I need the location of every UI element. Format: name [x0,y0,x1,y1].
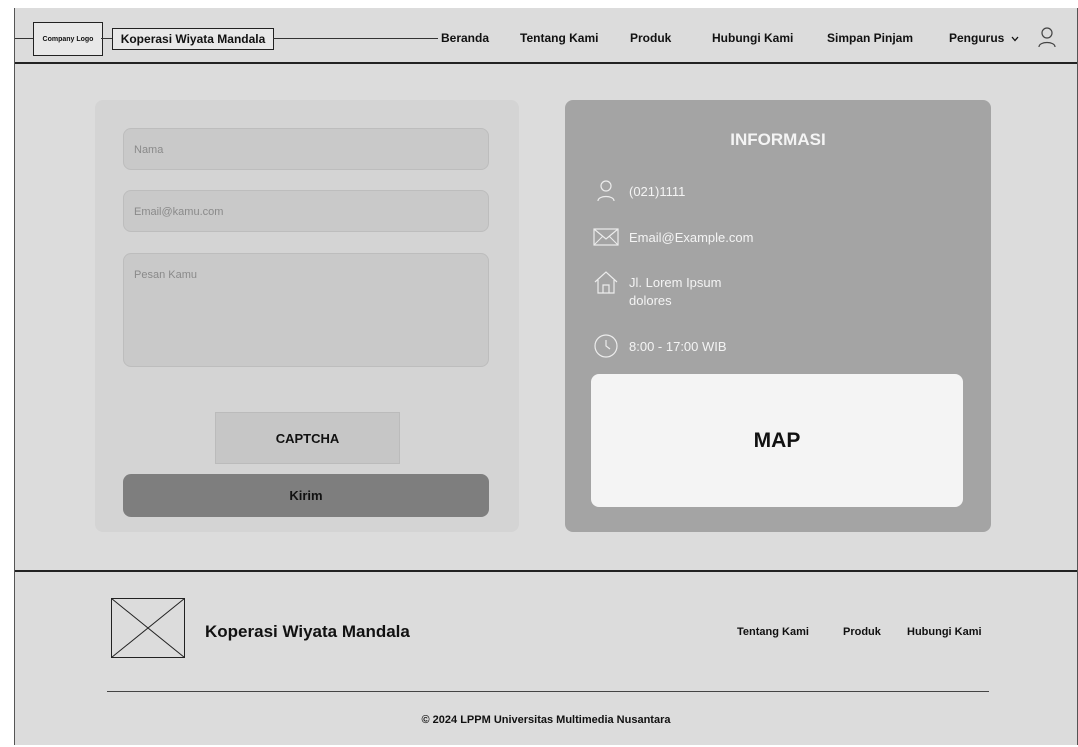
footer: Koperasi Wiyata Mandala Tentang Kami Pro… [15,570,1077,745]
mail-icon [593,228,619,246]
user-icon[interactable] [1037,26,1057,48]
copyright-text: © 2024 LPPM Universitas Multimedia Nusan… [421,714,671,726]
address-line-1: Jl. Lorem Ipsum [629,275,722,290]
captcha-label: CAPTCHA [275,430,340,446]
submit-button[interactable]: Kirim [123,474,489,517]
footer-link-produk[interactable]: Produk [843,626,881,638]
email-text: Email@Example.com [629,230,754,245]
info-card: INFORMASI (021)1111 Email@Example.com Jl… [565,100,991,532]
nav-tentang-kami[interactable]: Tentang Kami [520,31,598,45]
captcha-box[interactable]: CAPTCHA [215,412,400,464]
nav-simpan-pinjam[interactable]: Simpan Pinjam [827,31,913,45]
footer-link-tentang-kami[interactable]: Tentang Kami [737,626,809,638]
address-line-2: dolores [629,293,672,308]
top-navbar: Company Logo Koperasi Wiyata Mandala Ber… [15,8,1077,64]
email-placeholder: Email@kamu.com [134,206,224,218]
hours-text: 8:00 - 17:00 WIB [629,339,727,354]
header-line-left [15,38,33,39]
address-text: Jl. Lorem Ipsum dolores [629,274,721,310]
name-placeholder: Nama [134,144,164,156]
name-input[interactable]: Nama [123,128,489,170]
map-placeholder[interactable]: MAP [591,374,963,507]
message-placeholder: Pesan Kamu [134,269,197,281]
clock-icon [594,334,618,358]
brand-name-text: Koperasi Wiyata Mandala [120,32,266,46]
home-icon [594,271,618,294]
footer-divider [107,691,989,692]
nav-pengurus-label: Pengurus [949,31,1005,45]
message-textarea[interactable]: Pesan Kamu [123,253,489,367]
nav-pengurus[interactable]: Pengurus [949,31,1019,45]
map-label: MAP [753,428,801,452]
footer-brand: Koperasi Wiyata Mandala [205,622,410,641]
submit-label: Kirim [289,488,323,503]
nav-hubungi-kami[interactable]: Hubungi Kami [712,31,793,45]
chevron-down-icon [1011,34,1019,45]
header-line-mid [101,38,112,39]
nav-beranda[interactable]: Beranda [441,31,489,45]
brand-name[interactable]: Koperasi Wiyata Mandala [112,28,274,50]
page-frame: Company Logo Koperasi Wiyata Mandala Ber… [14,8,1078,745]
user-icon [597,180,615,202]
nav-produk[interactable]: Produk [630,31,671,45]
company-logo[interactable]: Company Logo [33,22,103,56]
footer-link-hubungi-kami[interactable]: Hubungi Kami [907,626,982,638]
header-line-right [273,38,438,39]
phone-text: (021)1111 [629,184,686,199]
contact-form-card: Nama Email@kamu.com Pesan Kamu CAPTCHA K… [95,100,519,532]
info-title: INFORMASI [730,130,826,149]
email-input[interactable]: Email@kamu.com [123,190,489,232]
image-placeholder-icon [111,598,185,658]
company-logo-text: Company Logo [42,35,94,43]
